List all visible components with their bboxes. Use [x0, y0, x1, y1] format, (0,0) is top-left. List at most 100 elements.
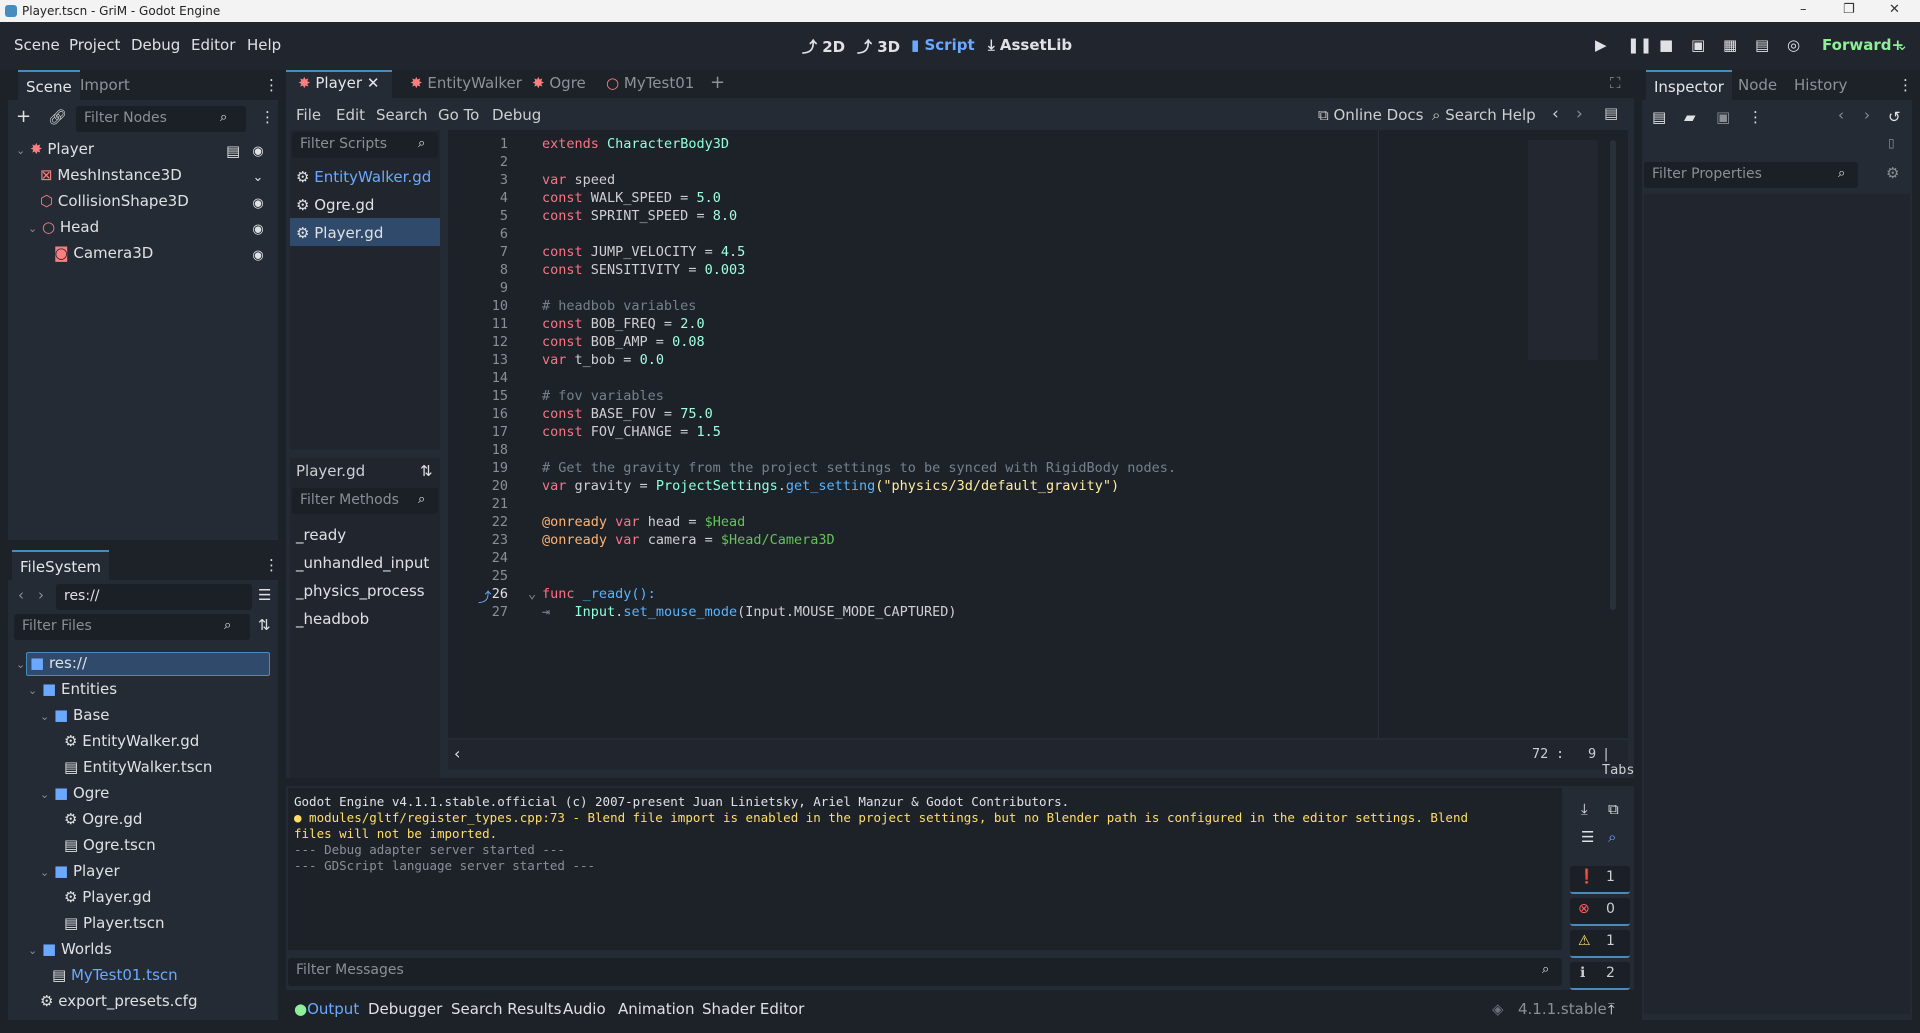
dock-menu-icon[interactable]: ⋮	[1898, 76, 1913, 94]
method-item[interactable]: _headbob	[296, 610, 369, 634]
menu-scene[interactable]: Scene	[14, 36, 60, 54]
script-menu-debug[interactable]: Debug	[492, 106, 541, 124]
tab-scene[interactable]: Scene	[18, 70, 80, 102]
visibility-icon[interactable]: ⌄	[250, 170, 266, 186]
property-options-icon[interactable]: ⚙	[1886, 164, 1899, 182]
script-menu-file[interactable]: File	[296, 106, 321, 124]
visibility-icon[interactable]: ◉	[250, 196, 266, 212]
tab-ogre[interactable]: ✸ Ogre	[532, 74, 586, 92]
collapse-icon[interactable]: ☰	[1581, 828, 1594, 846]
filter-messages-toggle[interactable]: ❗ 1	[1570, 866, 1630, 894]
fs-item-player-gd[interactable]: ⚙ Player.gd	[64, 888, 151, 912]
method-item[interactable]: _unhandled_input	[296, 554, 429, 578]
maximize-button[interactable]: ❐	[1843, 2, 1855, 17]
prev-script-icon[interactable]: ‹	[1552, 104, 1559, 124]
dock-menu-icon[interactable]: ⋮	[264, 556, 279, 574]
filter-methods-input[interactable]: Filter Methods	[292, 488, 438, 514]
tree-node-head[interactable]: ⌄ ○ Head	[28, 218, 99, 242]
method-item[interactable]: _physics_process	[296, 582, 425, 606]
fs-item-ogre-gd[interactable]: ⚙ Ogre.gd	[64, 810, 142, 834]
script-item-player[interactable]: ⚙ Player.gd	[296, 224, 383, 248]
code-scrollbar[interactable]	[1610, 140, 1616, 610]
tab-search-results[interactable]: Search Results	[451, 1000, 561, 1018]
script-menu-search[interactable]: Search	[376, 106, 428, 124]
fs-item-res[interactable]: ⌄ ■ res://	[16, 654, 87, 678]
next-script-icon[interactable]: ›	[1576, 104, 1583, 124]
more-icon[interactable]: ⋮	[1748, 108, 1763, 126]
tab-animation[interactable]: Animation	[618, 1000, 694, 1018]
search-help-button[interactable]: ⌕ Search Help	[1432, 106, 1536, 124]
save-icon[interactable]: ▣	[1716, 108, 1730, 126]
fs-item-ogre-tscn[interactable]: ▤ Ogre.tscn	[64, 836, 156, 860]
tab-filesystem[interactable]: FileSystem	[12, 550, 110, 582]
tab-debugger[interactable]: Debugger	[368, 1000, 442, 1018]
add-tab-icon[interactable]: +	[710, 72, 725, 93]
menu-debug[interactable]: Debug	[131, 36, 180, 54]
filter-scripts-input[interactable]: Filter Scripts	[292, 132, 438, 158]
open-folder-icon[interactable]: ▰	[1684, 108, 1696, 126]
distraction-free-icon[interactable]: ⛶	[1610, 74, 1621, 92]
fs-item-export-presets[interactable]: ⚙ export_presets.cfg	[40, 992, 197, 1016]
toggle-panel-icon[interactable]: ▤	[1604, 104, 1618, 122]
online-docs-button[interactable]: ⧉ Online Docs	[1318, 106, 1423, 124]
back-icon[interactable]: ‹	[18, 586, 24, 604]
renderer-select[interactable]: Forward+	[1822, 36, 1904, 54]
menu-help[interactable]: Help	[247, 36, 281, 54]
tab-node[interactable]: Node	[1738, 76, 1777, 94]
script-attached-icon[interactable]: ▤	[226, 142, 240, 160]
new-resource-icon[interactable]: ▤	[1652, 108, 1666, 126]
mode-2d-button[interactable]: ⤴ 2D	[802, 36, 845, 57]
fold-icon[interactable]: ⌄	[528, 586, 536, 602]
sort-icon[interactable]: ⇅	[258, 616, 271, 634]
expand-panel-icon[interactable]: ⤒	[1608, 1000, 1615, 1018]
fs-item-player[interactable]: ⌄ ■ Player	[40, 862, 120, 886]
code-minimap[interactable]	[1528, 140, 1598, 360]
tab-inspector[interactable]: Inspector	[1646, 70, 1732, 102]
tab-audio[interactable]: Audio	[563, 1000, 606, 1018]
play-custom-scene-icon[interactable]: ▤	[1755, 36, 1769, 54]
dock-menu-icon[interactable]: ⋮	[264, 76, 279, 94]
fs-item-entitywalker-gd[interactable]: ⚙ EntityWalker.gd	[64, 732, 199, 756]
tab-import[interactable]: Import	[80, 76, 130, 94]
filter-info-toggle[interactable]: ℹ2	[1570, 962, 1630, 990]
tab-shader-editor[interactable]: Shader Editor	[702, 1000, 804, 1018]
tree-node-camera3d[interactable]: ◙ Camera3D	[54, 244, 153, 268]
add-node-icon[interactable]: +	[16, 106, 31, 127]
script-item-entitywalker[interactable]: ⚙ EntityWalker.gd	[296, 168, 431, 192]
tree-node-collisionshape3d[interactable]: ⬡ CollisionShape3D	[40, 192, 189, 216]
script-menu-edit[interactable]: Edit	[336, 106, 365, 124]
close-window-button[interactable]: ✕	[1889, 2, 1900, 17]
script-item-ogre[interactable]: ⚙ Ogre.gd	[296, 196, 374, 220]
tab-history[interactable]: History	[1794, 76, 1847, 94]
menu-editor[interactable]: Editor	[191, 36, 235, 54]
menu-project[interactable]: Project	[69, 36, 120, 54]
fs-item-entitywalker-tscn[interactable]: ▤ EntityWalker.tscn	[64, 758, 212, 782]
method-item[interactable]: _ready	[296, 526, 346, 550]
remote-debug-icon[interactable]: ▣	[1691, 36, 1705, 54]
toggle-scripts-panel-icon[interactable]: ‹	[454, 744, 460, 763]
tree-node-player[interactable]: ⌄ ✸ Player	[16, 140, 94, 164]
visibility-icon[interactable]: ◉	[250, 222, 266, 238]
scene-options-icon[interactable]: ⋮	[260, 108, 275, 126]
filter-errors-toggle[interactable]: ⊗ 0	[1570, 898, 1630, 926]
update-spinner-icon[interactable]: ◈	[1492, 1000, 1504, 1018]
filter-properties-input[interactable]: Filter Properties	[1644, 162, 1858, 188]
mode-script-button[interactable]: ▮ Script	[911, 36, 975, 54]
fs-item-mytest01-tscn[interactable]: ▤ MyTest01.tscn	[52, 966, 178, 990]
search-icon[interactable]: ⌕	[1608, 828, 1616, 846]
path-input[interactable]: res://	[56, 584, 252, 610]
fs-item-base[interactable]: ⌄ ■ Base	[40, 706, 110, 730]
script-menu-goto[interactable]: Go To	[438, 106, 479, 124]
tab-player[interactable]: ✸ Player ✕	[298, 74, 379, 92]
sort-icon[interactable]: ⇅	[420, 462, 433, 480]
fs-item-entities[interactable]: ⌄ ■ Entities	[28, 680, 117, 704]
tab-output[interactable]: ●Output	[294, 1000, 359, 1018]
chevron-down-icon[interactable]: ⌄	[1896, 36, 1909, 54]
mode-assetlib-button[interactable]: ⤓ AssetLib	[988, 36, 1072, 54]
stop-icon[interactable]: ■	[1659, 36, 1673, 54]
movie-maker-icon[interactable]: ◎	[1787, 36, 1800, 54]
minimize-button[interactable]: –	[1800, 2, 1807, 17]
split-view-icon[interactable]: ☰	[258, 586, 271, 604]
connected-signal-icon[interactable]: ⤴	[478, 586, 492, 606]
link-icon[interactable]: 🔗︎	[48, 108, 67, 126]
